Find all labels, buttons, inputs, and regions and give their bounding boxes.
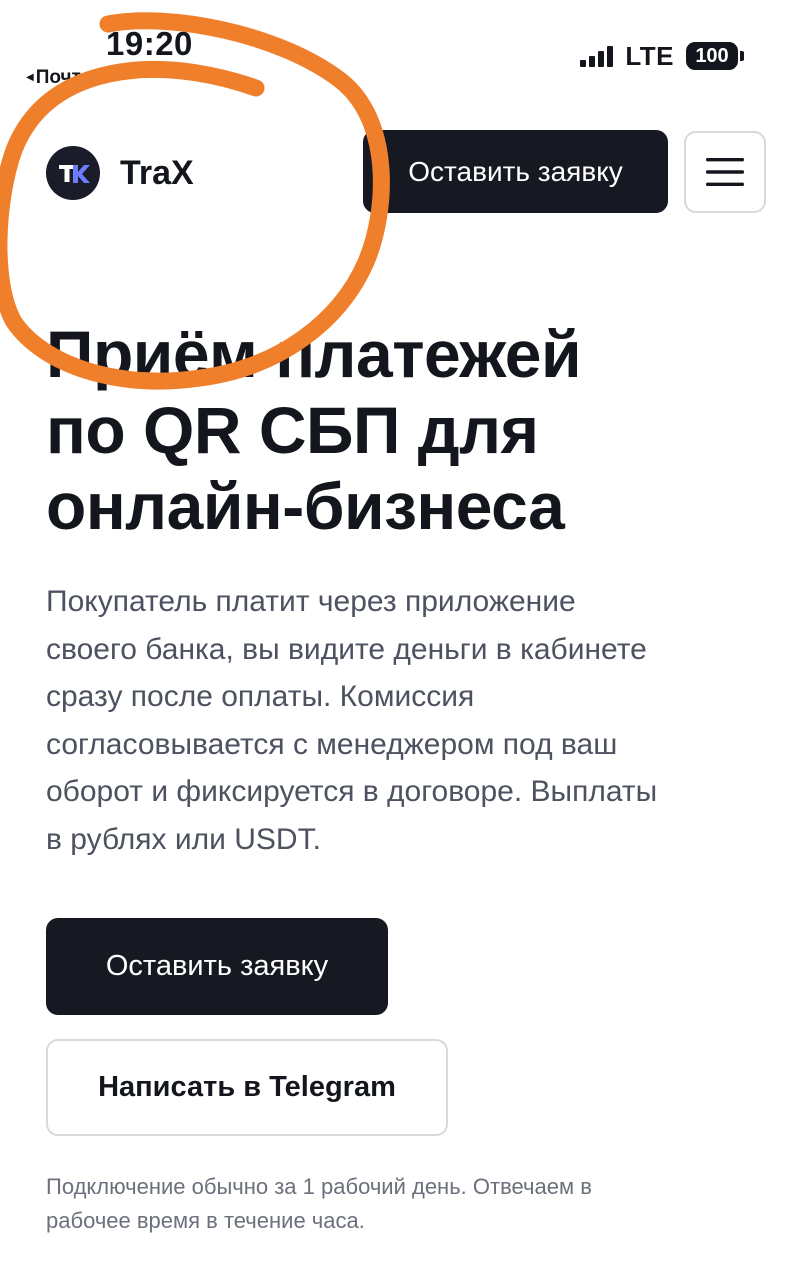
connection-note-line: рабочее время в течение часа. [46, 1208, 365, 1233]
logo-text: TraX [120, 153, 194, 192]
menu-button[interactable] [684, 131, 766, 213]
trax-logo-icon [46, 146, 100, 200]
battery-level: 100 [686, 42, 738, 70]
hero-description-line: своего банка, вы видите деньги в кабинет… [46, 632, 647, 666]
status-time: 19:20 [106, 25, 193, 62]
hero-title-line: Приём платежей [46, 317, 582, 391]
cellular-signal-icon [580, 45, 614, 67]
back-app-label: Почта [35, 67, 92, 89]
apply-button[interactable]: Оставить заявку [46, 918, 388, 1015]
header-apply-button[interactable]: Оставить заявку [363, 130, 668, 213]
back-arrow-icon: ◀ [26, 72, 34, 83]
hero-description-line: сразу после оплаты. Комиссия [46, 680, 475, 713]
hero-description-line: в рублях или USDT. [46, 822, 321, 856]
back-to-app[interactable]: ◀ Почта [26, 66, 91, 90]
connection-note: Подключение обычно за 1 рабочий день. От… [46, 1170, 746, 1238]
hero-title-line: онлайн-бизнеса [46, 469, 565, 543]
status-indicators: LTE 100 [580, 38, 744, 74]
hero-description: Покупатель платит через приложение своег… [46, 578, 786, 863]
site-logo[interactable]: TraX [46, 146, 194, 200]
network-type: LTE [625, 40, 674, 71]
battery-icon: 100 [686, 42, 744, 70]
hero-description-line: оборот и фиксируется в договоре. Выплаты [46, 775, 658, 808]
hero-title-line: по QR СБП для [46, 393, 539, 467]
hamburger-menu-icon [706, 158, 744, 186]
connection-note-line: Подключение обычно за 1 рабочий день. От… [46, 1174, 592, 1199]
hero-description-line: согласовывается с менеджером под ваш [46, 727, 618, 761]
hero-description-line: Покупатель платит через приложение [46, 585, 576, 618]
telegram-button[interactable]: Написать в Telegram [46, 1039, 448, 1136]
page: 19:20 ◀ Почта LTE 100 TraX Оставить заявк… [0, 0, 812, 1280]
hero-title: Приём платежей по QR СБП для онлайн-бизн… [46, 316, 786, 544]
